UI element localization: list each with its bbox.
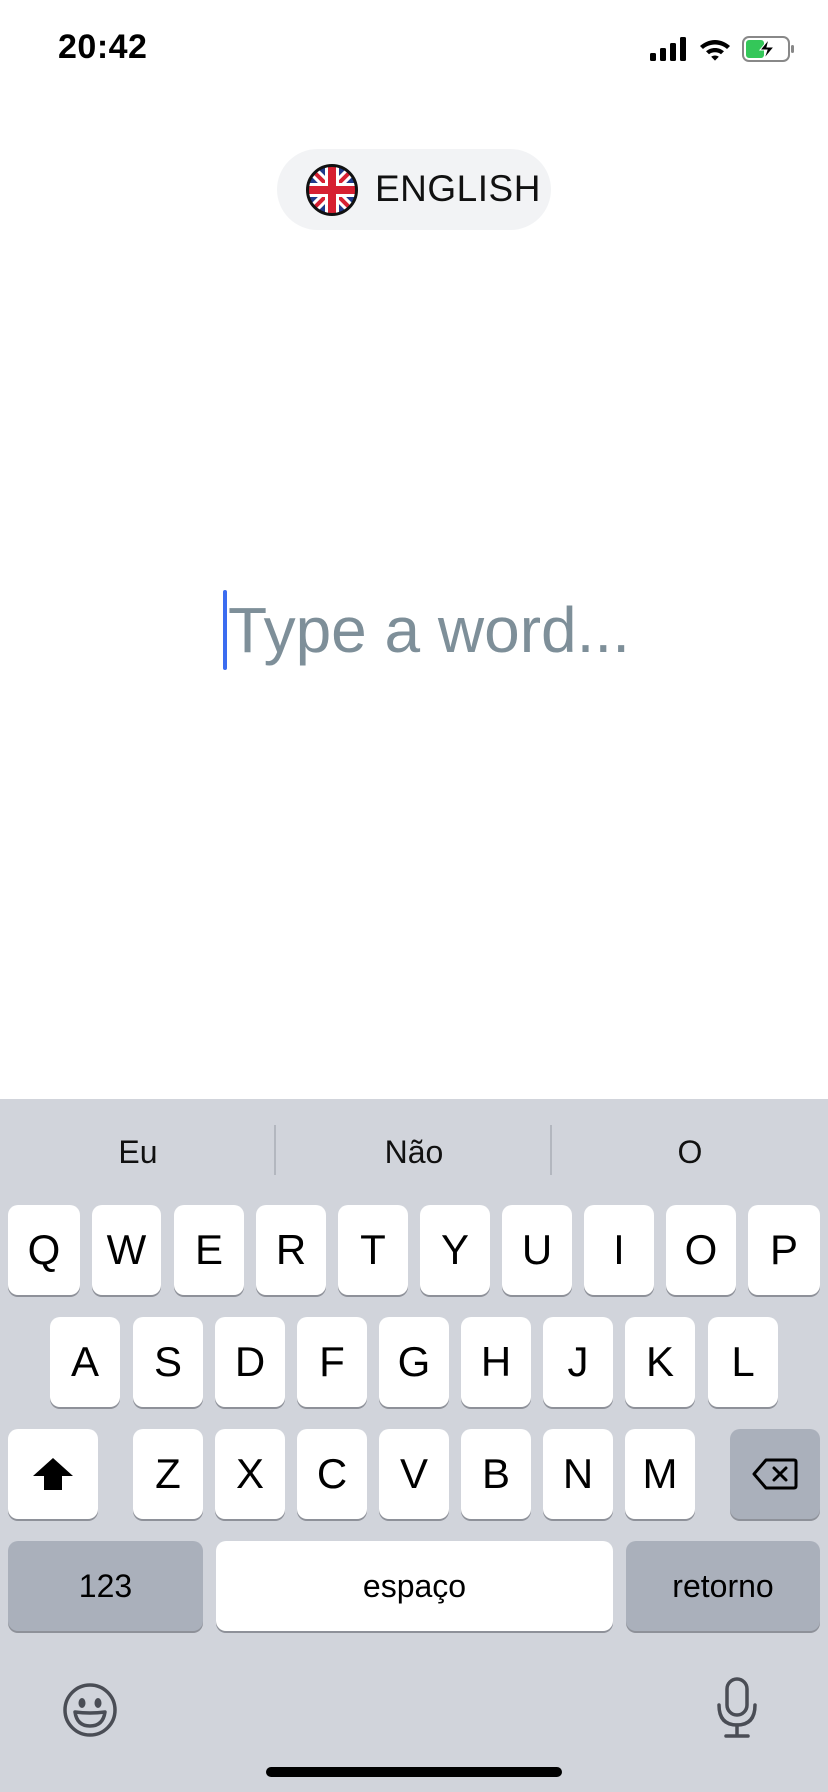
- text-cursor: [223, 590, 227, 670]
- key-i[interactable]: I: [584, 1205, 654, 1295]
- battery-charging-icon: [742, 36, 794, 62]
- language-selector-button[interactable]: ENGLISH: [277, 149, 551, 230]
- suggestion-item[interactable]: Não: [276, 1127, 552, 1177]
- key-m[interactable]: M: [625, 1429, 695, 1519]
- key-z[interactable]: Z: [133, 1429, 203, 1519]
- delete-key[interactable]: [730, 1429, 820, 1519]
- shift-icon: [33, 1458, 73, 1490]
- home-indicator[interactable]: [266, 1767, 562, 1777]
- key-l[interactable]: L: [708, 1317, 778, 1407]
- uk-flag-icon: [306, 164, 358, 216]
- backspace-icon: [752, 1458, 798, 1490]
- key-r[interactable]: R: [256, 1205, 326, 1295]
- key-g[interactable]: G: [379, 1317, 449, 1407]
- key-k[interactable]: K: [625, 1317, 695, 1407]
- key-t[interactable]: T: [338, 1205, 408, 1295]
- key-p[interactable]: P: [748, 1205, 820, 1295]
- status-bar: 20:42: [0, 0, 828, 100]
- space-key[interactable]: espaço: [216, 1541, 613, 1631]
- key-f[interactable]: F: [297, 1317, 367, 1407]
- wifi-icon: [700, 40, 730, 61]
- key-y[interactable]: Y: [420, 1205, 490, 1295]
- key-s[interactable]: S: [133, 1317, 203, 1407]
- emoji-icon[interactable]: [62, 1682, 118, 1738]
- key-b[interactable]: B: [461, 1429, 531, 1519]
- suggestion-item[interactable]: Eu: [0, 1127, 276, 1177]
- key-q[interactable]: Q: [8, 1205, 80, 1295]
- language-label: ENGLISH: [375, 168, 541, 209]
- key-h[interactable]: H: [461, 1317, 531, 1407]
- key-j[interactable]: J: [543, 1317, 613, 1407]
- shift-key[interactable]: [8, 1429, 98, 1519]
- cellular-signal-icon: [650, 37, 686, 61]
- word-input[interactable]: [222, 588, 642, 672]
- suggestion-bar: Eu Não O: [0, 1099, 828, 1199]
- keyboard: Eu Não O Q W E R T Y U I O P A S D F G H…: [0, 1099, 828, 1792]
- numbers-key[interactable]: 123: [8, 1541, 203, 1631]
- return-key[interactable]: retorno: [626, 1541, 820, 1631]
- key-d[interactable]: D: [215, 1317, 285, 1407]
- microphone-icon[interactable]: [714, 1677, 760, 1739]
- key-v[interactable]: V: [379, 1429, 449, 1519]
- key-u[interactable]: U: [502, 1205, 572, 1295]
- key-w[interactable]: W: [92, 1205, 161, 1295]
- key-a[interactable]: A: [50, 1317, 120, 1407]
- key-x[interactable]: X: [215, 1429, 285, 1519]
- status-icons: [650, 34, 796, 64]
- key-o[interactable]: O: [666, 1205, 736, 1295]
- suggestion-item[interactable]: O: [552, 1127, 828, 1177]
- key-e[interactable]: E: [174, 1205, 244, 1295]
- status-time: 20:42: [58, 28, 148, 66]
- key-c[interactable]: C: [297, 1429, 367, 1519]
- key-n[interactable]: N: [543, 1429, 613, 1519]
